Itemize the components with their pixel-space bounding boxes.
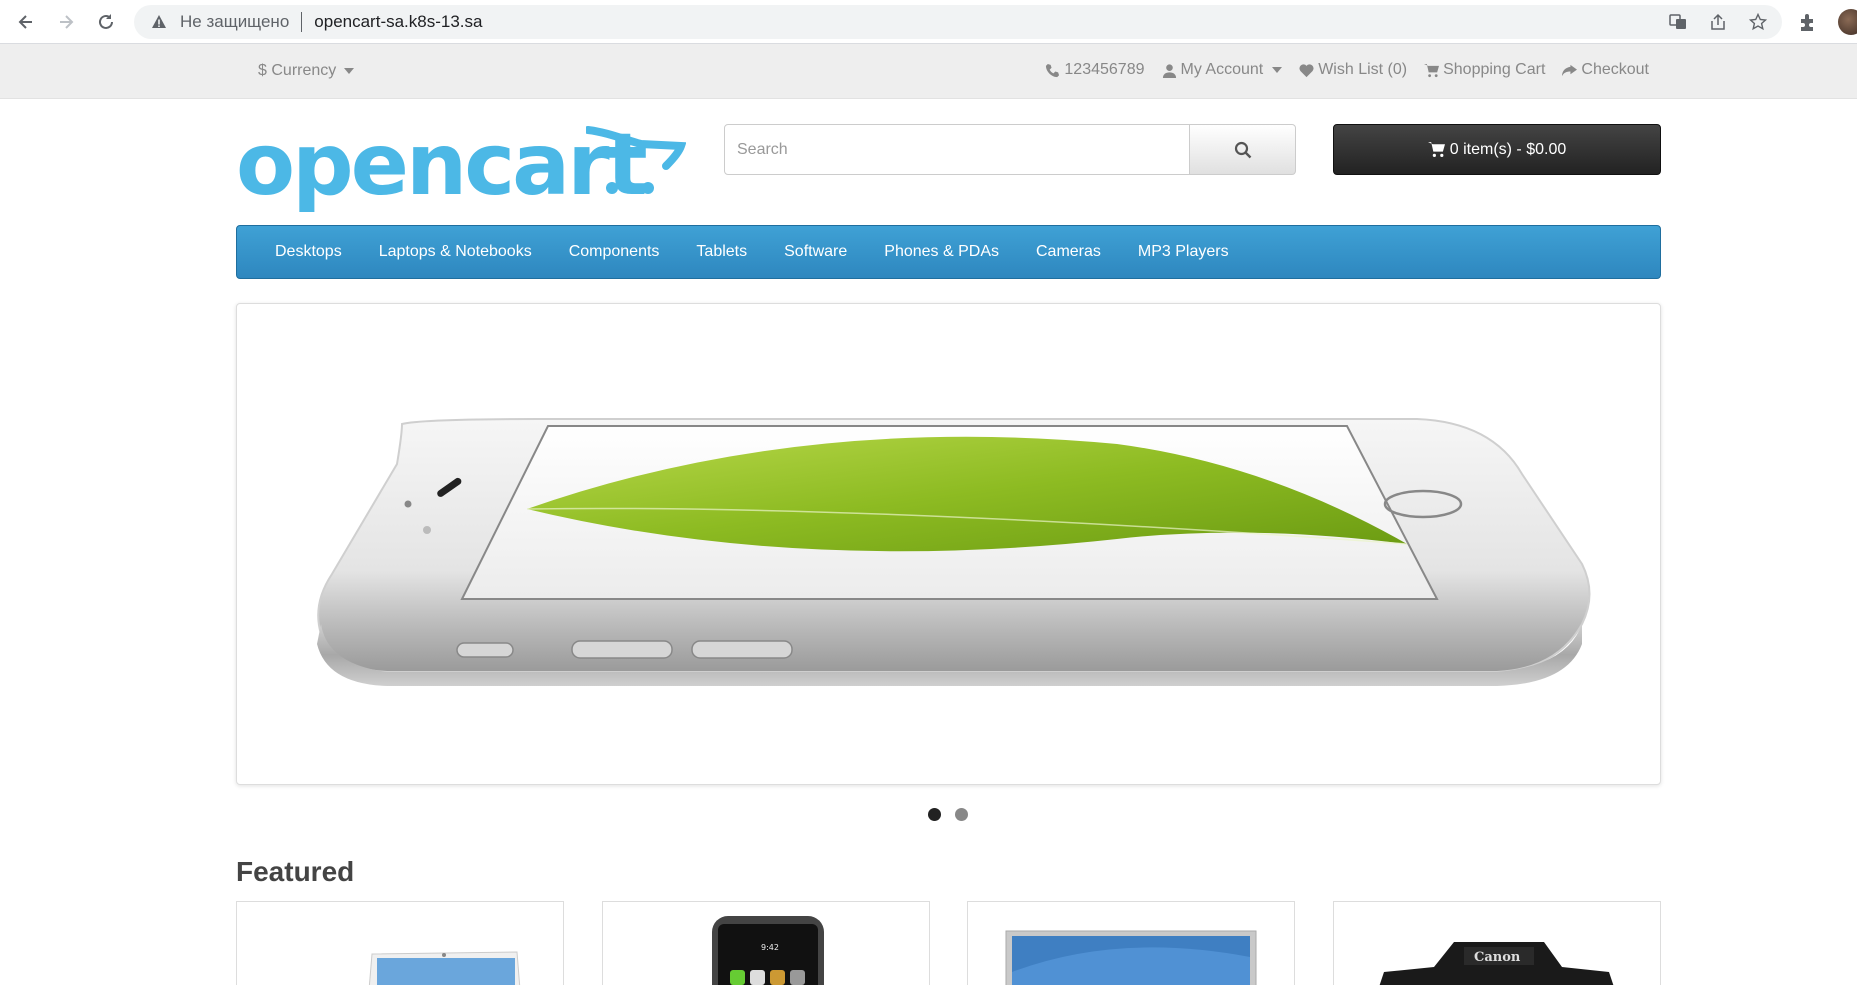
cart-button[interactable]: 0 item(s) - $0.00 [1333,124,1661,175]
menu-item-desktops[interactable]: Desktops [275,243,342,261]
phone-icon [1046,63,1060,77]
currency-label: Currency [271,62,337,79]
iphone-slide-image [317,418,1591,686]
checkout-link[interactable]: Checkout [1562,61,1649,79]
menu-item-mp3[interactable]: MP3 Players [1138,243,1229,261]
menu-item-components[interactable]: Components [569,243,660,261]
slide-dot-2[interactable] [955,808,968,821]
separator [301,12,303,32]
shopping-cart-label: Shopping Cart [1443,61,1546,78]
insecure-label: Не защищено [180,12,290,31]
translate-icon[interactable] [1668,12,1688,32]
share-icon[interactable] [1708,12,1728,32]
browser-toolbar: Не защищено opencart-sa.k8s-13.sa [0,0,1857,44]
search-icon [1234,141,1251,158]
cart-icon [1427,142,1445,157]
logo-text: opencart [236,115,648,215]
store-logo[interactable]: opencart [236,122,686,218]
search-input[interactable] [724,124,1190,175]
my-account-dropdown[interactable]: My Account [1162,61,1283,79]
share-arrow-icon [1562,64,1578,76]
my-account-label: My Account [1180,61,1264,78]
menu-item-software[interactable]: Software [784,243,847,261]
slideshow-banner[interactable] [236,303,1661,785]
profile-avatar[interactable] [1838,9,1857,35]
phone-link[interactable]: 123456789 [1045,61,1145,79]
shopping-cart-link[interactable]: Shopping Cart [1424,61,1545,79]
reload-icon[interactable] [94,10,118,34]
camera-image: Canon [1379,942,1614,985]
caret-down-icon [343,67,354,74]
laptop-image [368,951,521,985]
forward-icon[interactable] [54,10,78,34]
menu-item-laptops[interactable]: Laptops & Notebooks [379,243,532,261]
product-card-camera[interactable]: Canon [1333,901,1661,985]
logo-cart-swoosh [586,126,686,194]
phone-number: 123456789 [1064,61,1145,78]
menu-item-phones[interactable]: Phones & PDAs [884,243,999,261]
category-menu: Desktops Laptops & Notebooks Components … [236,225,1661,279]
featured-heading: Featured [236,856,355,887]
svg-text:9:42: 9:42 [761,943,779,952]
slide-dot-1[interactable] [928,808,941,821]
star-icon[interactable] [1748,12,1768,32]
menu-item-cameras[interactable]: Cameras [1036,243,1101,261]
extensions-icon[interactable] [1797,11,1819,33]
product-card-monitor[interactable] [967,901,1295,985]
wishlist-label: Wish List (0) [1318,61,1408,78]
product-card-laptop[interactable] [236,901,564,985]
heart-icon [1299,63,1314,77]
caret-down-icon [1272,67,1283,73]
top-links-bar: $ Currency 123456789 My Account Wish Lis… [0,44,1857,99]
menu-item-tablets[interactable]: Tablets [696,243,747,261]
address-bar[interactable]: Не защищено opencart-sa.k8s-13.sa [134,5,1782,39]
user-icon [1162,63,1176,78]
search-button[interactable] [1190,124,1296,175]
search-group [724,124,1296,175]
cart-icon [1424,63,1440,77]
product-card-iphone[interactable]: 9:42 [602,901,930,985]
warning-icon[interactable] [148,14,170,30]
svg-text:Canon: Canon [1474,950,1521,965]
currency-symbol: $ [258,62,267,79]
slideshow-pagination [928,808,968,821]
checkout-label: Checkout [1581,61,1649,78]
cart-summary: 0 item(s) - $0.00 [1449,140,1567,158]
back-icon[interactable] [14,10,38,34]
url-text[interactable]: opencart-sa.k8s-13.sa [314,12,482,32]
monitor-image [1005,930,1257,985]
iphone-image: 9:42 [712,916,824,985]
wishlist-link[interactable]: Wish List (0) [1299,61,1407,79]
currency-dropdown[interactable]: $ Currency [258,62,354,80]
